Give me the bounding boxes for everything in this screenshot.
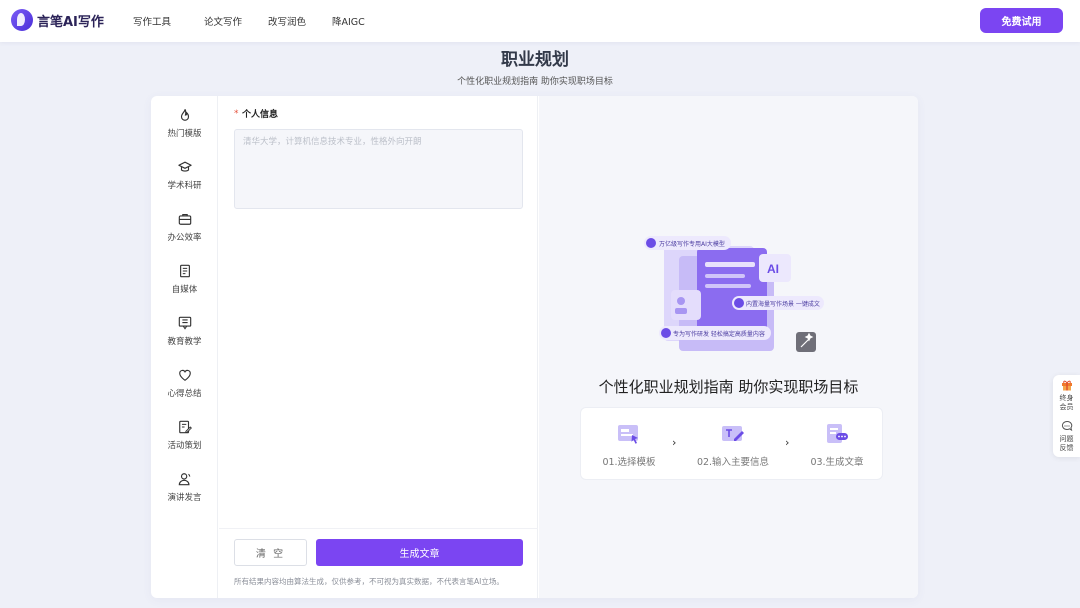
lifetime-member-button[interactable]: 终身 会员 — [1053, 379, 1080, 412]
sidebar-item-academic[interactable]: 学术科研 — [151, 160, 218, 191]
feedback-label: 问题 反馈 — [1059, 435, 1074, 452]
step-label: 03.生成文章 — [810, 457, 864, 468]
graduation-cap-icon — [177, 161, 192, 172]
sidebar-item-label: 教育教学 — [167, 337, 202, 347]
page-title: 职业规划 — [501, 50, 569, 70]
sidebar-item-speech[interactable]: 演讲发言 — [151, 472, 218, 503]
sidebar-item-education[interactable]: 教育教学 — [151, 316, 218, 347]
ai-badge: AI — [767, 262, 779, 276]
sidebar-item-label: 心得总结 — [167, 389, 202, 399]
feedback-button[interactable]: 问题 反馈 — [1053, 420, 1080, 453]
briefcase-icon — [178, 214, 191, 225]
document-generate-icon — [827, 424, 848, 443]
ai-writing-illustration: AI 万亿级写作专用AI大模型 内置海量写作场景 一键成文 专为写作研发 轻松搞… — [644, 236, 824, 352]
sidebar-item-hot-templates[interactable]: 热门模版 — [151, 108, 218, 139]
logo-text: 言笔AI写作 — [37, 14, 104, 30]
gift-icon — [1061, 380, 1072, 391]
illustration-tag: 内置海量写作场景 一键成文 — [746, 300, 820, 308]
sidebar-item-label: 热门模版 — [167, 129, 202, 139]
sidebar-item-label: 演讲发言 — [167, 493, 202, 503]
lifetime-member-label: 终身 会员 — [1059, 394, 1074, 411]
feedback-icon — [1061, 420, 1072, 432]
sidebar-item-label: 办公效率 — [167, 233, 202, 243]
document-icon — [179, 264, 190, 278]
step-label: 02.输入主要信息 — [696, 457, 770, 468]
sidebar-item-self-media[interactable]: 自媒体 — [151, 264, 218, 295]
preview-title: 个性化职业规划指南 助你实现职场目标 — [598, 378, 859, 396]
sidebar-item-summary[interactable]: 心得总结 — [151, 368, 218, 399]
template-icon — [618, 425, 638, 444]
nav-reduce-aigc[interactable]: 降AIGC — [332, 14, 365, 28]
personal-info-input[interactable]: 清华大学，计算机信息技术专业，性格外向开朗 — [234, 129, 523, 209]
step-label: 01.选择模板 — [602, 457, 656, 468]
logo[interactable]: 言笔AI写作 — [11, 9, 104, 31]
personal-info-label: 个人信息 — [242, 110, 279, 120]
preview-panel: AI 万亿级写作专用AI大模型 内置海量写作场景 一键成文 专为写作研发 轻松搞… — [539, 96, 918, 598]
input-form: * 个人信息 清华大学，计算机信息技术专业，性格外向开朗 清 空 生成文章 所有… — [219, 96, 538, 598]
nav-rewrite-polish[interactable]: 改写润色 — [268, 14, 306, 28]
step-generate: 03.生成文章 — [792, 423, 882, 468]
clear-button[interactable]: 清 空 — [234, 539, 307, 566]
steps-panel: 01.选择模板 › 02.输入主要信息 › 03.生成文章 — [580, 407, 883, 480]
required-mark: * — [234, 109, 239, 119]
illustration-tag: 万亿级写作专用AI大模型 — [659, 240, 725, 248]
sidebar-item-label: 学术科研 — [167, 181, 202, 191]
nav-writing-tools[interactable]: 写作工具 — [133, 14, 171, 28]
sidebar-item-label: 自媒体 — [171, 285, 198, 295]
heart-icon — [178, 369, 191, 381]
nav-paper-writing[interactable]: 论文写作 — [204, 14, 242, 28]
illustration-tag: 专为写作研发 轻松搞定高质量内容 — [673, 330, 765, 338]
flame-icon — [180, 109, 189, 121]
sidebar-item-office[interactable]: 办公效率 — [151, 212, 218, 243]
generate-article-button[interactable]: 生成文章 — [316, 539, 523, 566]
step-select-template: 01.选择模板 — [584, 423, 674, 468]
sidebar-item-event-planning[interactable]: 活动策划 — [151, 420, 218, 451]
free-trial-button[interactable]: 免费试用 — [980, 8, 1063, 33]
chat-board-icon — [178, 316, 191, 330]
logo-icon — [11, 9, 33, 31]
top-navigation-bar: 言笔AI写作 写作工具 论文写作 改写润色 降AIGC 免费试用 — [0, 0, 1080, 42]
floating-side-panel: 终身 会员 问题 反馈 — [1053, 375, 1080, 457]
disclaimer-text: 所有结果内容均由算法生成，仅供参考，不可视为真实数据，不代表言笔AI立场。 — [234, 577, 504, 586]
chevron-right-icon: › — [672, 436, 677, 449]
chevron-right-icon: › — [785, 436, 790, 449]
tool-card: 热门模版 学术科研 办公效率 自媒体 教育教学 心得总结 活动策划 演讲发言 *… — [151, 96, 918, 598]
step-input-info: 02.输入主要信息 — [688, 423, 778, 468]
edit-note-icon — [178, 420, 192, 434]
sidebar-item-label: 活动策划 — [167, 441, 202, 451]
input-edit-icon — [722, 426, 744, 441]
divider — [219, 528, 538, 529]
category-sidebar: 热门模版 学术科研 办公效率 自媒体 教育教学 心得总结 活动策划 演讲发言 — [151, 96, 218, 598]
speaker-icon — [178, 473, 190, 486]
page-subtitle: 个性化职业规划指南 助你实现职场目标 — [457, 77, 613, 87]
